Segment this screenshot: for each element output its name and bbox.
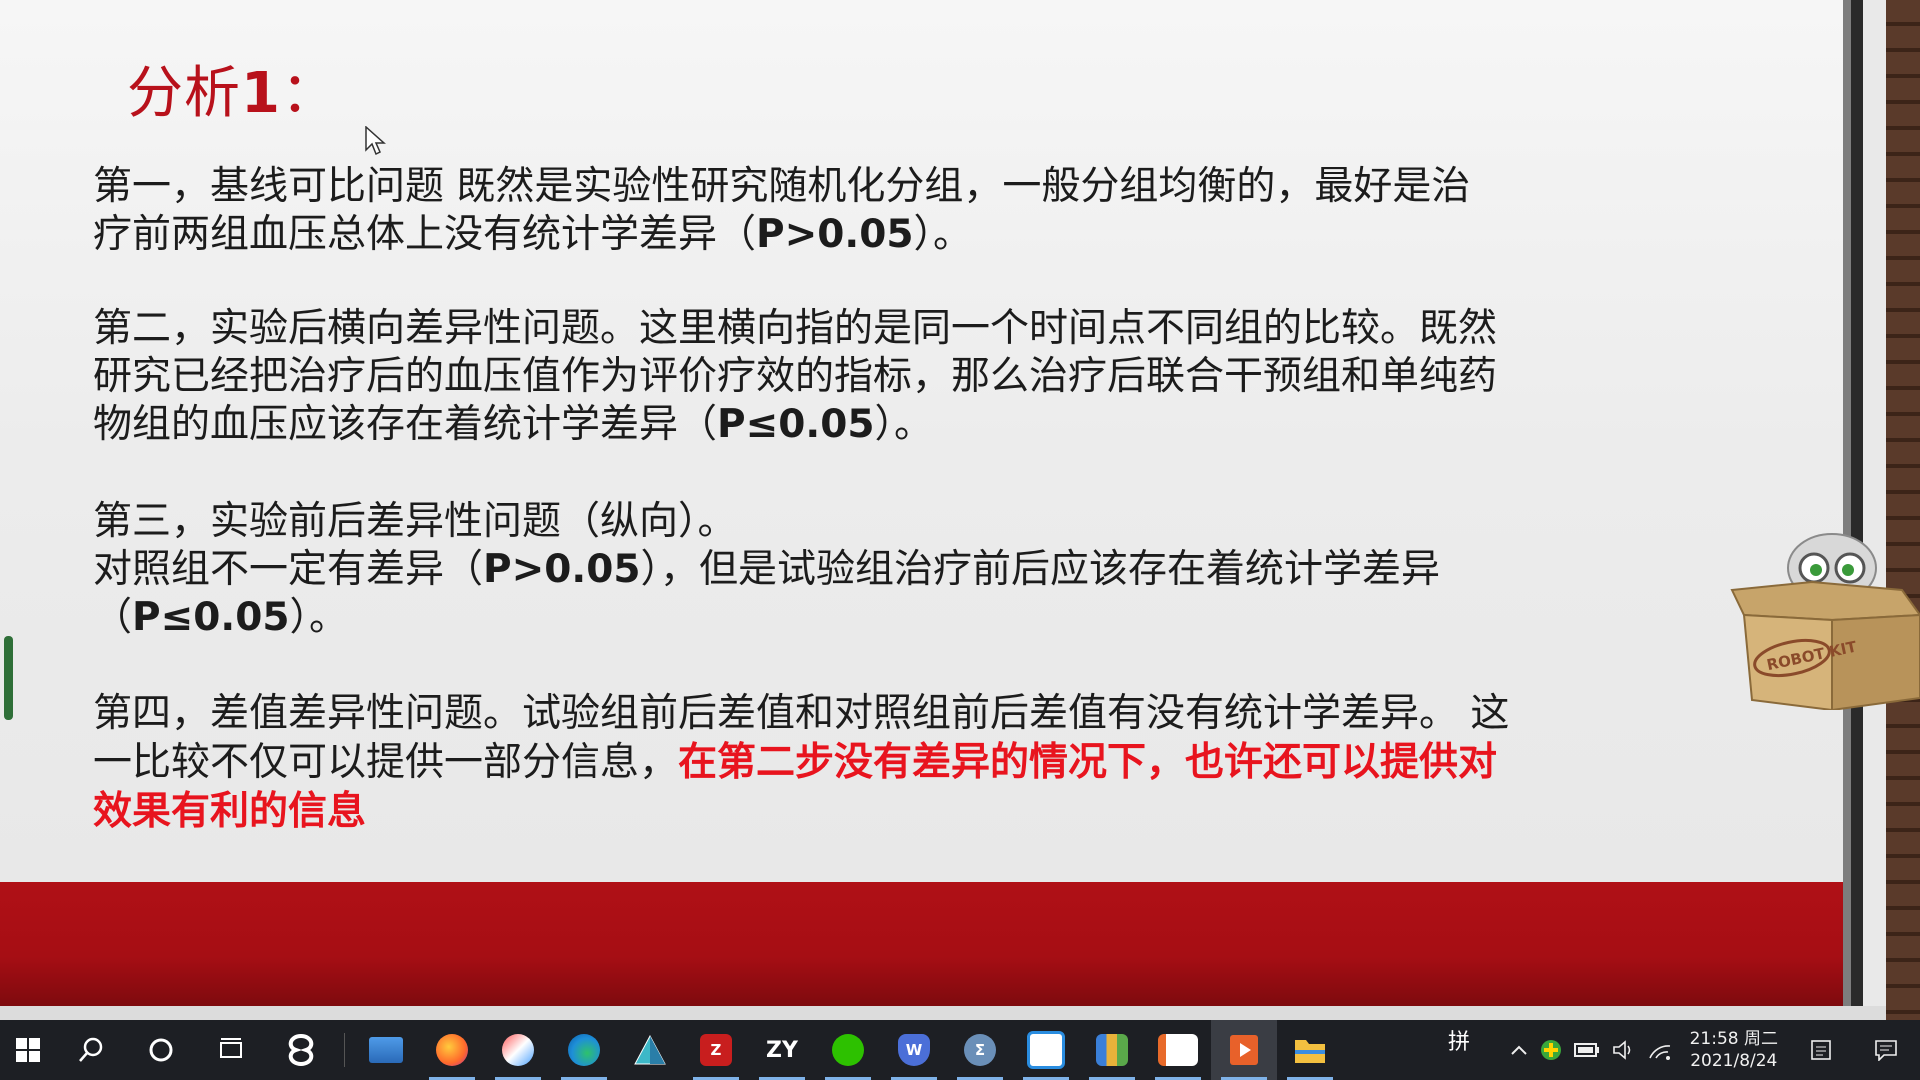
ime-indicator[interactable]: 拼 — [1440, 1020, 1478, 1060]
folder-icon — [1295, 1040, 1325, 1063]
text-line: （P≤0.05）。 — [93, 595, 349, 640]
start-button[interactable] — [0, 1020, 56, 1080]
robot-kit-mascot: ROBOT KIT — [1730, 533, 1920, 710]
taskbar-divider — [344, 1033, 345, 1067]
tray-battery[interactable] — [1568, 1020, 1606, 1080]
computer-icon — [369, 1037, 403, 1063]
app-prism[interactable] — [617, 1020, 683, 1080]
text-line: 对照组不一定有差异（P>0.05），但是试验组治疗前后应该存在着统计学差异 — [93, 547, 1441, 592]
prism-app-icon — [634, 1035, 666, 1065]
notes-icon — [1811, 1040, 1831, 1060]
office-app-icon — [1158, 1034, 1198, 1066]
text-line: 第三，实验前后差异性问题（纵向）。 — [93, 499, 737, 544]
tray-expand-button[interactable] — [1504, 1020, 1534, 1080]
side-handle[interactable] — [4, 636, 13, 720]
play-app-icon — [1230, 1035, 1258, 1065]
chevron-up-icon — [1510, 1045, 1527, 1055]
edge-icon — [568, 1034, 600, 1066]
text-line: 第四，差值差异性问题。试验组前后差值和对照组前后差值有没有统计学差异。 这 — [93, 691, 1510, 736]
app-files[interactable] — [1079, 1020, 1145, 1080]
taskbar-clock[interactable]: 21:58 周二 2021/8/24 — [1678, 1028, 1790, 1072]
text-line: 物组的血压应该存在着统计学差异（P≤0.05）。 — [93, 402, 934, 447]
cube-app-icon — [1027, 1031, 1065, 1069]
speaker-icon — [1612, 1040, 1630, 1060]
app-z[interactable]: Z — [683, 1020, 749, 1080]
archive-app-icon — [1096, 1034, 1128, 1066]
app-firefox[interactable] — [419, 1020, 485, 1080]
tray-app-plus[interactable] — [1534, 1020, 1568, 1080]
search-button[interactable] — [56, 1020, 126, 1080]
slide-footer-band — [0, 882, 1843, 1006]
action-center-button[interactable] — [1852, 1020, 1920, 1080]
search-icon — [79, 1037, 103, 1062]
swirl-app-icon — [288, 1033, 314, 1067]
z-app-icon: Z — [700, 1034, 732, 1066]
text-line: 一比较不仅可以提供一部分信息，在第二步没有差异的情况下，也许还可以提供对 — [93, 739, 1498, 785]
app-sigma[interactable]: Σ — [947, 1020, 1013, 1080]
paragraph-baseline: 第一，基线可比问题 既然是实验性研究随机化分组，一般分组均衡的，最好是治 疗前两… — [93, 163, 1553, 259]
slide: 分析1： 第一，基线可比问题 既然是实验性研究随机化分组，一般分组均衡的，最好是… — [0, 0, 1843, 1006]
wechat-icon — [832, 1034, 864, 1066]
task-view-button[interactable] — [196, 1020, 266, 1080]
zy-app-icon: ZY — [766, 1037, 798, 1063]
windows-logo-icon — [16, 1038, 40, 1062]
paragraph-horizontal: 第二，实验后横向差异性问题。这里横向指的是同一个时间点不同组的比较。既然 研究已… — [93, 305, 1553, 449]
paragraph-difference: 第四，差值差异性问题。试验组前后差值和对照组前后差值有没有统计学差异。 这 一比… — [93, 690, 1553, 835]
text-line: 第二，实验后横向差异性问题。这里横向指的是同一个时间点不同组的比较。既然 — [93, 306, 1498, 351]
app-brush[interactable] — [485, 1020, 551, 1080]
text-line: 疗前两组血压总体上没有统计学差异（P>0.05）。 — [93, 212, 973, 257]
app-swirl-button[interactable] — [266, 1020, 336, 1080]
tray-network[interactable] — [1642, 1020, 1678, 1080]
mouse-cursor-icon — [365, 126, 386, 156]
desktop-gap — [1863, 0, 1886, 1020]
window-edge-scrollbar[interactable] — [1843, 0, 1851, 1020]
highlight-text: 在第二步没有差异的情况下，也许还可以提供对 — [678, 739, 1498, 785]
app-w-shield[interactable]: W — [881, 1020, 947, 1080]
cortana-circle-icon — [149, 1038, 173, 1062]
text-line: 研究已经把治疗后的血压值作为评价疗效的指标，那么治疗后联合干预组和单纯药 — [93, 354, 1498, 399]
clock-date: 2021/8/24 — [1690, 1051, 1778, 1071]
app-this-pc[interactable] — [353, 1020, 419, 1080]
app-file-explorer[interactable] — [1277, 1020, 1343, 1080]
highlight-text: 效果有利的信息 — [93, 788, 367, 834]
task-view-icon — [220, 1038, 242, 1058]
tray-volume[interactable] — [1606, 1020, 1642, 1080]
app-zy[interactable]: ZY — [749, 1020, 815, 1080]
app-edge[interactable] — [551, 1020, 617, 1080]
system-tray: 21:58 周二 2021/8/24 — [1504, 1020, 1920, 1080]
window-bottom-edge — [0, 1006, 1886, 1020]
firefox-icon — [436, 1034, 468, 1066]
app-office[interactable] — [1145, 1020, 1211, 1080]
app-cube[interactable] — [1013, 1020, 1079, 1080]
brush-app-icon — [502, 1034, 534, 1066]
wifi-icon — [1648, 1045, 1670, 1060]
taskbar: Z ZY W Σ 拼 21:58 周二 2021/8/24 — [0, 1020, 1920, 1080]
notification-icon — [1875, 1040, 1897, 1061]
show-notes-button[interactable] — [1790, 1020, 1852, 1080]
green-plus-icon — [1540, 1040, 1561, 1060]
app-wechat[interactable] — [815, 1020, 881, 1080]
desktop-wallpaper — [1886, 0, 1920, 1020]
w-shield-icon: W — [898, 1034, 930, 1066]
paragraph-longitudinal: 第三，实验前后差异性问题（纵向）。 对照组不一定有差异（P>0.05），但是试验… — [93, 498, 1553, 642]
clock-time: 21:58 周二 — [1689, 1029, 1778, 1049]
cortana-button[interactable] — [126, 1020, 196, 1080]
battery-icon — [1573, 1043, 1599, 1057]
sigma-app-icon: Σ — [964, 1034, 996, 1066]
slide-title: 分析1： — [127, 61, 338, 126]
app-player[interactable] — [1211, 1020, 1277, 1080]
text-line: 第一，基线可比问题 既然是实验性研究随机化分组，一般分组均衡的，最好是治 — [93, 164, 1471, 209]
